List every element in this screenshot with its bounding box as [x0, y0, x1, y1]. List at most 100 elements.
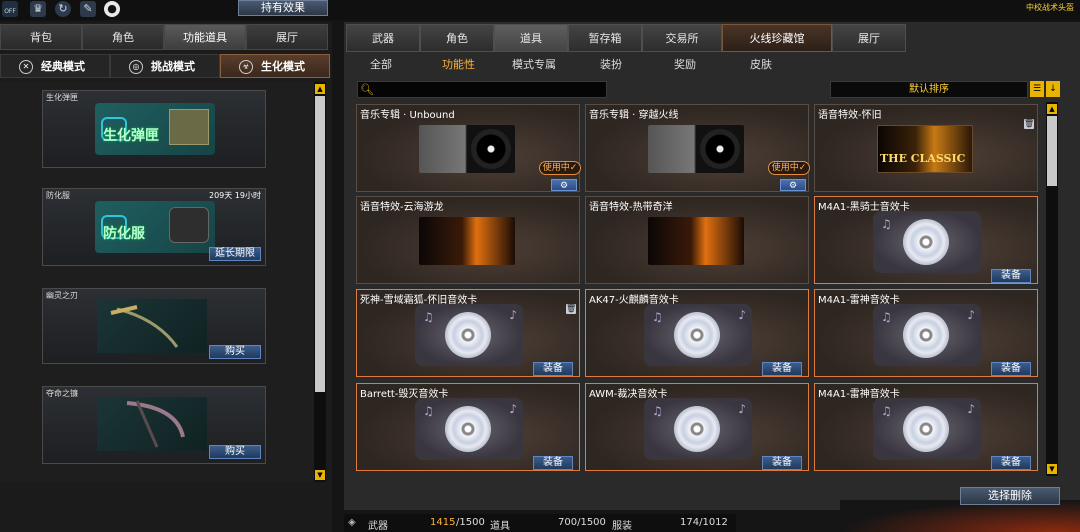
- equip-button[interactable]: 装备: [762, 362, 802, 376]
- select-delete-button[interactable]: 选择删除: [960, 487, 1060, 505]
- scroll-thumb[interactable]: [1047, 116, 1057, 186]
- off-label: OFF: [4, 8, 16, 15]
- item-card[interactable]: 音乐专辑 · Unbound 使用中✓ ⚙: [356, 104, 581, 192]
- rank-title: 中校战术头盔: [1026, 3, 1074, 12]
- scroll-thumb[interactable]: [315, 96, 325, 392]
- blade-icon: [110, 305, 179, 348]
- tab-weapons[interactable]: 武器: [346, 24, 420, 52]
- inventory-bar: ◈ 武器 1415 /1500 道具 700/1500 服装 174/1012: [344, 514, 736, 532]
- left-scrollbar[interactable]: ▲ ▼: [314, 82, 326, 482]
- tab-exchange[interactable]: 交易所: [642, 24, 722, 52]
- equip-button[interactable]: 装备: [533, 456, 573, 470]
- off-toggle-icon[interactable]: OFF: [2, 1, 18, 17]
- voice-effect-image: THE CLASSIC: [877, 125, 973, 173]
- outfit-count-label: 服装: [612, 521, 632, 532]
- card-title: 语音特效-热带奇洋: [589, 202, 673, 213]
- tab-showroom[interactable]: 展厅: [246, 24, 328, 50]
- equip-button[interactable]: 装备: [533, 362, 573, 376]
- list-item[interactable]: 生化弹匣 生化弹匣: [42, 90, 266, 168]
- tab-characters[interactable]: 角色: [420, 24, 494, 52]
- equip-button[interactable]: 装备: [991, 362, 1031, 376]
- refresh-icon[interactable]: ↻: [55, 1, 71, 17]
- scroll-down-icon[interactable]: ▼: [1047, 464, 1057, 474]
- item-name: 幽灵之刃: [46, 291, 78, 300]
- subtab-reward[interactable]: 奖励: [674, 54, 696, 76]
- settings-gear-icon[interactable]: ⚙: [551, 179, 577, 191]
- trash-icon[interactable]: 🗑︎: [1024, 119, 1034, 129]
- hold-effect-button[interactable]: 持有效果: [238, 0, 328, 16]
- music-note-icon: ♫: [881, 404, 892, 418]
- in-use-badge: 使用中✓: [768, 161, 810, 175]
- subtab-mode-exclusive[interactable]: 模式专属: [512, 54, 556, 76]
- scroll-down-icon[interactable]: ▼: [315, 470, 325, 480]
- item-card[interactable]: 死神-雪域霜狐-怀旧音效卡 ♫ ♪ 🗑︎ 装备: [356, 289, 580, 377]
- list-item[interactable]: 夺命之镰 购买: [42, 386, 266, 464]
- mode-challenge[interactable]: ◎ 挑战模式: [110, 54, 220, 78]
- search-input[interactable]: 🔍︎: [357, 81, 607, 98]
- tab-storage[interactable]: 暂存箱: [568, 24, 642, 52]
- equip-button[interactable]: 装备: [991, 269, 1031, 283]
- extend-button[interactable]: 延长期限: [209, 247, 261, 261]
- music-note-icon: ♪: [738, 308, 746, 322]
- tab-items[interactable]: 道具: [494, 24, 568, 52]
- mode-bio[interactable]: ☣ 生化模式: [220, 54, 330, 78]
- item-card[interactable]: 语音特效-热带奇洋: [585, 196, 809, 284]
- cd-icon: [445, 406, 491, 452]
- tab-backpack[interactable]: 背包: [0, 24, 82, 50]
- voice-effect-image: [648, 217, 744, 265]
- tab-function-items[interactable]: 功能道具: [164, 24, 246, 50]
- sound-card-image: ♫: [873, 211, 981, 273]
- item-card[interactable]: M4A1-雷神音效卡 ♫ ♪ 装备: [814, 383, 1038, 471]
- buy-button[interactable]: 购买: [209, 345, 261, 359]
- buy-button[interactable]: 购买: [209, 445, 261, 459]
- tab-hall[interactable]: 展厅: [832, 24, 906, 52]
- right-scrollbar[interactable]: ▲ ▼: [1046, 102, 1058, 476]
- ammo-box-icon: [169, 109, 209, 145]
- sort-down-icon[interactable]: ↓: [1046, 81, 1060, 97]
- list-item[interactable]: 幽灵之刃 购买: [42, 288, 266, 364]
- sound-card-image: ♫ ♪: [644, 398, 752, 460]
- subtab-all[interactable]: 全部: [370, 54, 392, 76]
- music-note-icon: ♪: [509, 308, 517, 322]
- music-note-icon: ♪: [967, 308, 975, 322]
- list-item[interactable]: 防化服 209天 19小时 防化服 延长期限: [42, 188, 266, 266]
- trash-icon[interactable]: 🗑︎: [566, 304, 576, 314]
- item-card[interactable]: Barrett-毁灭音效卡 ♫ ♪ 装备: [356, 383, 580, 471]
- pencil-icon[interactable]: ✎: [80, 1, 96, 17]
- cd-icon: [903, 219, 949, 265]
- item-count: 700/1500: [558, 517, 606, 528]
- list-view-icon[interactable]: ☰: [1030, 81, 1044, 97]
- item-card[interactable]: 音乐专辑 · 穿越火线 使用中✓ ⚙: [585, 104, 810, 192]
- item-image: 生化弹匣: [95, 103, 215, 155]
- penguin-icon[interactable]: ●: [104, 1, 120, 17]
- item-card[interactable]: AK47-火麒麟音效卡 ♫ ♪ 装备: [585, 289, 809, 377]
- equip-button[interactable]: 装备: [991, 456, 1031, 470]
- subtab-functional[interactable]: 功能性: [442, 54, 475, 76]
- equip-button[interactable]: 装备: [762, 456, 802, 470]
- item-card[interactable]: M4A1-雷神音效卡 ♫ ♪ 装备: [814, 289, 1038, 377]
- item-card[interactable]: 语音特效-怀旧 THE CLASSIC 🗑︎: [814, 104, 1038, 192]
- tab-character[interactable]: 角色: [82, 24, 164, 50]
- item-image: 防化服: [95, 201, 215, 253]
- scroll-up-icon[interactable]: ▲: [1047, 104, 1057, 114]
- cd-icon: [674, 312, 720, 358]
- tab-collection[interactable]: 火线珍藏馆: [722, 24, 832, 52]
- music-note-icon: ♫: [423, 310, 434, 324]
- mode-label: 生化模式: [261, 60, 305, 73]
- trophy-icon[interactable]: ♛: [30, 1, 46, 17]
- item-card[interactable]: AWM-裁决音效卡 ♫ ♪ 装备: [585, 383, 809, 471]
- subtab-outfit[interactable]: 装扮: [600, 54, 622, 76]
- mode-classic[interactable]: ✕ 经典模式: [0, 54, 110, 78]
- scroll-up-icon[interactable]: ▲: [315, 84, 325, 94]
- sort-dropdown[interactable]: 默认排序: [830, 81, 1028, 98]
- sound-card-image: ♫ ♪: [873, 304, 981, 366]
- layers-icon: ◈: [348, 517, 356, 528]
- card-title: 语音特效-云海游龙: [360, 202, 444, 213]
- music-note-icon: ♫: [423, 404, 434, 418]
- item-card[interactable]: 语音特效-云海游龙: [356, 196, 580, 284]
- mode-label: 经典模式: [41, 60, 85, 73]
- weapon-count: 1415: [430, 517, 456, 528]
- settings-gear-icon[interactable]: ⚙: [780, 179, 806, 191]
- item-card[interactable]: M4A1-黑骑士音效卡 ♫ 装备: [814, 196, 1038, 284]
- subtab-skin[interactable]: 皮肤: [750, 54, 772, 76]
